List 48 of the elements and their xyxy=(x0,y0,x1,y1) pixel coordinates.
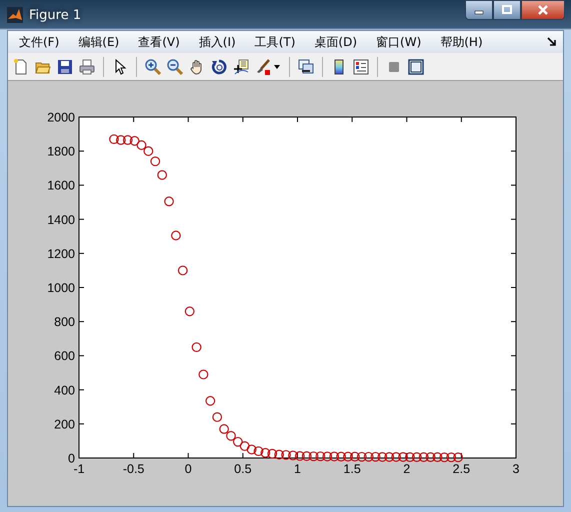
link-plot-icon[interactable] xyxy=(298,58,314,74)
x-tick-label: -0.5 xyxy=(122,462,144,476)
y-tick-label: 1600 xyxy=(47,178,75,193)
save-icon[interactable] xyxy=(57,58,73,74)
menu-item[interactable]: 文件(F) xyxy=(14,34,64,50)
y-tick-label: 800 xyxy=(54,315,75,330)
window-icon[interactable] xyxy=(408,58,424,74)
y-tick-label: 2000 xyxy=(47,110,75,124)
y-tick-label: 1200 xyxy=(47,246,75,261)
zoom-in-icon[interactable] xyxy=(145,58,161,74)
y-tick-label: 1800 xyxy=(47,144,75,159)
y-tick-label: 200 xyxy=(54,417,75,432)
x-tick-label: 2 xyxy=(403,462,410,476)
app-icon xyxy=(7,7,23,23)
x-tick-label: 3 xyxy=(512,462,520,476)
dock-arrow-icon[interactable] xyxy=(547,37,557,47)
printer-icon[interactable] xyxy=(79,58,95,74)
x-tick-label: 2.5 xyxy=(452,462,470,476)
brush-icon[interactable] xyxy=(255,58,271,74)
caret-icon[interactable] xyxy=(274,64,280,68)
rotate-icon[interactable] xyxy=(211,58,227,74)
y-tick-label: 600 xyxy=(54,349,75,364)
menu-item[interactable]: 插入(I) xyxy=(194,34,241,50)
menu-item[interactable]: 工具(T) xyxy=(250,34,300,50)
y-tick-label: 1400 xyxy=(47,212,75,227)
window-title: Figure 1 xyxy=(29,8,82,22)
menu-item[interactable]: 编辑(E) xyxy=(73,34,124,50)
menu-item[interactable]: 查看(V) xyxy=(133,34,185,50)
y-tick-label: 1000 xyxy=(47,281,75,295)
x-tick-label: -1 xyxy=(73,462,85,476)
data-cursor-icon[interactable] xyxy=(233,58,249,74)
close-button[interactable] xyxy=(521,0,565,20)
new-file-icon[interactable] xyxy=(13,58,29,74)
maximize-icon xyxy=(501,5,513,15)
x-tick-label: 0 xyxy=(184,462,192,476)
x-tick-label: 0.5 xyxy=(234,462,252,476)
x-tick-label: 1 xyxy=(294,462,301,476)
menu-item[interactable]: 帮助(H) xyxy=(435,34,488,50)
maximize-button[interactable] xyxy=(493,0,521,20)
minimize-button[interactable] xyxy=(465,0,493,20)
legend-icon[interactable] xyxy=(353,58,369,74)
close-icon xyxy=(537,5,549,15)
menu-item[interactable]: 窗口(W) xyxy=(371,34,426,50)
menu-item[interactable]: 桌面(D) xyxy=(309,34,362,50)
y-tick-label: 400 xyxy=(54,383,75,398)
zoom-out-icon[interactable] xyxy=(167,58,183,74)
x-tick-label: 1.5 xyxy=(343,462,361,476)
y-tick-label: 0 xyxy=(68,452,75,466)
